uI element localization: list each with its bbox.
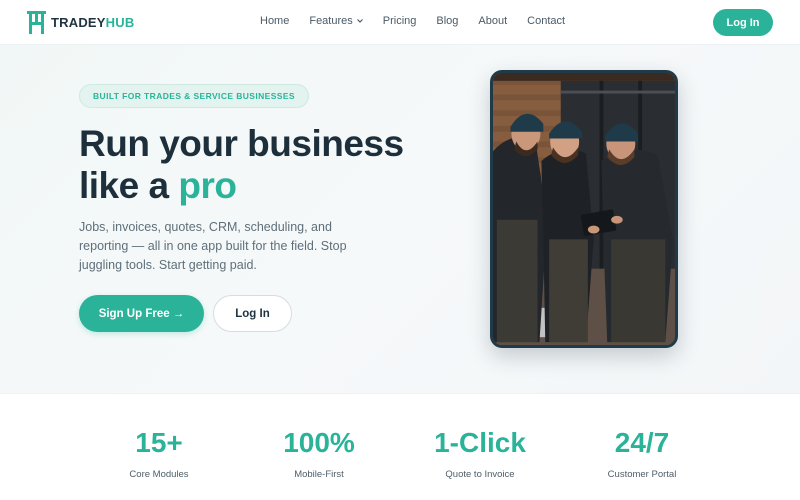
headline-line-2-prefix: like a bbox=[79, 165, 179, 206]
headline-line-1: Run your business bbox=[79, 123, 404, 164]
stat-customer-portal: 24/7 Customer Portal bbox=[562, 427, 722, 480]
hero-headline: Run your business like a pro bbox=[79, 123, 459, 207]
hero-login-button[interactable]: Log In bbox=[213, 295, 292, 332]
stat-label: Quote to Invoice bbox=[445, 469, 515, 480]
stat-value: 15+ bbox=[135, 427, 183, 458]
main-nav: Home Features Pricing Blog About Contact bbox=[260, 15, 585, 27]
stat-label: Customer Portal bbox=[607, 469, 677, 480]
header-login-button[interactable]: Log In bbox=[713, 9, 773, 36]
stat-mobile-first: 100% Mobile-First bbox=[239, 427, 399, 480]
nav-item-blog[interactable]: Blog bbox=[436, 15, 458, 27]
stat-value: 100% bbox=[283, 427, 355, 458]
nav-item-features-label: Features bbox=[309, 15, 353, 27]
stat-value: 24/7 bbox=[614, 427, 670, 458]
chevron-down-icon bbox=[356, 19, 363, 23]
hero-badge: BUILT FOR TRADES & SERVICE BUSINESSES bbox=[79, 84, 309, 108]
nav-item-home[interactable]: Home bbox=[260, 15, 289, 27]
stat-label: Mobile-First bbox=[294, 469, 344, 480]
site-header: TRADEYHUB Home Features Pricing Blog Abo… bbox=[0, 0, 800, 45]
stat-label: Core Modules bbox=[129, 469, 189, 480]
workers-photo-icon bbox=[493, 73, 675, 345]
signup-button[interactable]: Sign Up Free → bbox=[79, 295, 204, 332]
brand-name: TRADEYHUB bbox=[51, 15, 135, 30]
nav-item-features[interactable]: Features bbox=[309, 15, 363, 27]
stat-value: 1-Click bbox=[434, 427, 526, 458]
hero-photo bbox=[490, 70, 678, 348]
nav-item-contact[interactable]: Contact bbox=[527, 15, 565, 27]
hero-section: BUILT FOR TRADES & SERVICE BUSINESSES Ru… bbox=[0, 45, 800, 393]
nav-item-pricing[interactable]: Pricing bbox=[383, 15, 417, 27]
hero-subtext: Jobs, invoices, quotes, CRM, scheduling,… bbox=[79, 220, 347, 272]
logo-icon bbox=[27, 11, 46, 34]
brand-logo[interactable]: TRADEYHUB bbox=[27, 11, 134, 34]
headline-highlight: pro bbox=[178, 165, 237, 206]
stat-core-modules: 15+ Core Modules bbox=[79, 427, 239, 480]
stats-section: 15+ Core Modules 100% Mobile-First 1-Cli… bbox=[0, 393, 800, 500]
stat-quote-to-invoice: 1-Click Quote to Invoice bbox=[400, 427, 560, 480]
nav-item-about[interactable]: About bbox=[478, 15, 507, 27]
